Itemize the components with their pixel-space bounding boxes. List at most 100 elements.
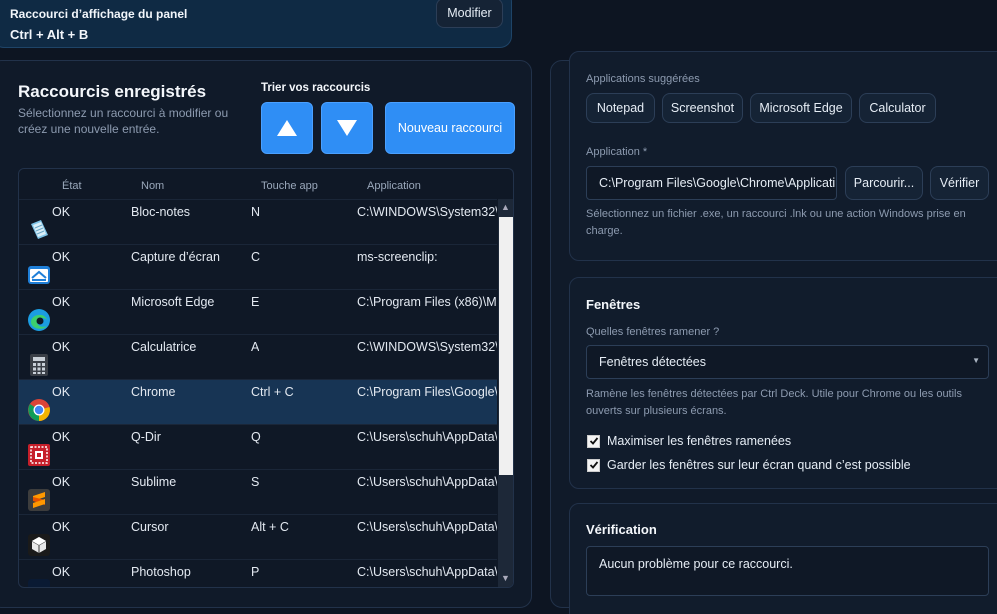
verification-message: Aucun problème pour ce raccourci.: [599, 557, 793, 571]
calculator-icon: [30, 354, 48, 376]
row-key: C: [251, 250, 261, 264]
row-name: Capture d’écran: [131, 250, 220, 264]
row-name: Q-Dir: [131, 430, 161, 444]
table-scrollbar[interactable]: ▲ ▼: [498, 199, 513, 587]
triangle-down-icon: [337, 120, 357, 136]
panel-shortcut-card: Raccourci d’affichage du panel Ctrl + Al…: [0, 0, 512, 48]
scrollbar-thumb[interactable]: [499, 217, 513, 475]
modify-button[interactable]: Modifier: [436, 0, 503, 28]
edge-icon: [28, 309, 50, 331]
row-state: OK: [52, 565, 71, 579]
column-header-name[interactable]: Nom: [141, 180, 164, 192]
browse-button[interactable]: Parcourir...: [845, 166, 923, 200]
table-row[interactable]: OK Sublime S C:\Users\schuh\AppData\: [19, 469, 497, 514]
table-row-selected[interactable]: OK Chrome Ctrl + C C:\Program Files\Goog…: [19, 379, 497, 424]
move-up-button[interactable]: [261, 102, 313, 154]
table-row[interactable]: OK Microsoft Edge E C:\Program Files (x8…: [19, 289, 497, 334]
row-name: Chrome: [131, 385, 176, 399]
table-row[interactable]: Ps OK Photoshop P C:\Users\schuh\AppData…: [19, 559, 497, 588]
row-name: Sublime: [131, 475, 177, 489]
verification-panel: Vérification Aucun problème pour ce racc…: [569, 503, 997, 614]
panel-shortcut-title: Raccourci d’affichage du panel: [10, 7, 188, 21]
move-down-button[interactable]: [321, 102, 373, 154]
photoshop-icon: Ps: [28, 579, 50, 588]
checkbox-checked-icon[interactable]: [587, 434, 600, 448]
cursor-icon: [28, 534, 50, 556]
row-key: A: [251, 340, 260, 354]
keep-screen-label: Garder les fenêtres sur leur écran quand…: [607, 458, 911, 472]
application-panel: Applications suggérées Notepad Screensho…: [569, 51, 997, 261]
row-application: C:\Users\schuh\AppData\: [357, 565, 497, 579]
windows-question-label: Quelles fenêtres ramener ?: [586, 326, 720, 338]
row-key: E: [251, 295, 260, 309]
suggested-apps-label: Applications suggérées: [586, 73, 700, 85]
checkbox-checked-icon[interactable]: [587, 458, 600, 472]
row-state: OK: [52, 250, 71, 264]
table-row[interactable]: OK Cursor Alt + C C:\Users\schuh\AppData…: [19, 514, 497, 559]
column-header-key[interactable]: Touche app: [261, 180, 318, 192]
application-path-input[interactable]: C:\Program Files\Google\Chrome\Applicati: [586, 166, 837, 200]
row-application: C:\Users\schuh\AppData\: [357, 430, 497, 444]
notepad-icon: [31, 220, 48, 239]
suggestion-chip[interactable]: Screenshot: [662, 93, 743, 123]
table-row[interactable]: OK Capture d’écran C ms-screenclip:: [19, 244, 497, 289]
row-state: OK: [52, 295, 71, 309]
row-name: Cursor: [131, 520, 169, 534]
windows-panel: Fenêtres Quelles fenêtres ramener ? Fenê…: [569, 277, 997, 489]
row-name: Calculatrice: [131, 340, 197, 354]
suggestion-chip[interactable]: Calculator: [859, 93, 936, 123]
table-row[interactable]: OK Calculatrice A C:\WINDOWS\System32\: [19, 334, 497, 379]
snipping-tool-icon: [28, 266, 50, 284]
shortcuts-table: État Nom Touche app Application OK Bloc-…: [18, 168, 514, 588]
application-help-text: Sélectionnez un fichier .exe, un raccour…: [586, 208, 966, 237]
saved-shortcuts-card: Raccourcis enregistrés Sélectionnez un r…: [0, 60, 532, 608]
shortcut-editor-card: Applications suggérées Notepad Screensho…: [550, 51, 997, 614]
table-row[interactable]: OK Bloc-notes N C:\WINDOWS\System32\: [19, 199, 497, 244]
maximize-windows-checkbox[interactable]: Maximiser les fenêtres ramenées: [587, 434, 791, 448]
panel-shortcut-keys: Ctrl + Alt + B: [10, 27, 89, 42]
row-state: OK: [52, 475, 71, 489]
row-application: C:\Program Files (x86)\Mi: [357, 295, 497, 309]
row-application: C:\Users\schuh\AppData\: [357, 520, 497, 534]
row-name: Bloc-notes: [131, 205, 191, 219]
scroll-up-icon[interactable]: ▲: [501, 202, 510, 212]
table-header: État Nom Touche app Application: [19, 169, 513, 199]
row-key: N: [251, 205, 261, 219]
chrome-icon: [28, 399, 50, 421]
saved-shortcuts-title: Raccourcis enregistrés: [18, 82, 207, 101]
column-header-application[interactable]: Application: [367, 180, 421, 192]
application-field-label: Application *: [586, 146, 648, 158]
table-row[interactable]: OK Q-Dir Q C:\Users\schuh\AppData\: [19, 424, 497, 469]
row-key: Q: [251, 430, 261, 444]
saved-shortcuts-subtitle: Sélectionnez un raccourci à modifier ou …: [18, 106, 229, 136]
maximize-windows-label: Maximiser les fenêtres ramenées: [607, 434, 792, 448]
svg-text:Ps: Ps: [32, 586, 45, 588]
sublime-icon: [28, 489, 50, 511]
suggestion-chip[interactable]: Notepad: [586, 93, 655, 123]
verification-title: Vérification: [586, 522, 657, 537]
windows-help-text: Ramène les fenêtres détectées par Ctrl D…: [586, 388, 963, 417]
row-key: P: [251, 565, 260, 579]
triangle-up-icon: [277, 120, 297, 136]
chevron-down-icon: ▼: [972, 356, 980, 365]
windows-title: Fenêtres: [586, 297, 641, 312]
row-state: OK: [52, 520, 71, 534]
column-header-state[interactable]: État: [62, 180, 82, 192]
scroll-down-icon[interactable]: ▼: [501, 573, 510, 583]
verify-button[interactable]: Vérifier: [930, 166, 989, 200]
keep-screen-checkbox[interactable]: Garder les fenêtres sur leur écran quand…: [587, 458, 911, 472]
new-shortcut-button[interactable]: Nouveau raccourci: [385, 102, 515, 154]
row-application: ms-screenclip:: [357, 250, 438, 264]
windows-select-value: Fenêtres détectées: [599, 355, 707, 369]
windows-select[interactable]: Fenêtres détectées ▼: [586, 345, 989, 379]
row-state: OK: [52, 430, 71, 444]
suggestion-chip[interactable]: Microsoft Edge: [750, 93, 852, 123]
row-key: Ctrl + C: [251, 385, 294, 399]
row-key: Alt + C: [251, 520, 289, 534]
row-application: C:\Users\schuh\AppData\: [357, 475, 497, 489]
q-dir-icon: [28, 444, 50, 466]
verification-message-box: Aucun problème pour ce raccourci.: [586, 546, 989, 596]
row-name: Microsoft Edge: [131, 295, 215, 309]
row-application: C:\WINDOWS\System32\: [357, 205, 497, 219]
row-name: Photoshop: [131, 565, 191, 579]
